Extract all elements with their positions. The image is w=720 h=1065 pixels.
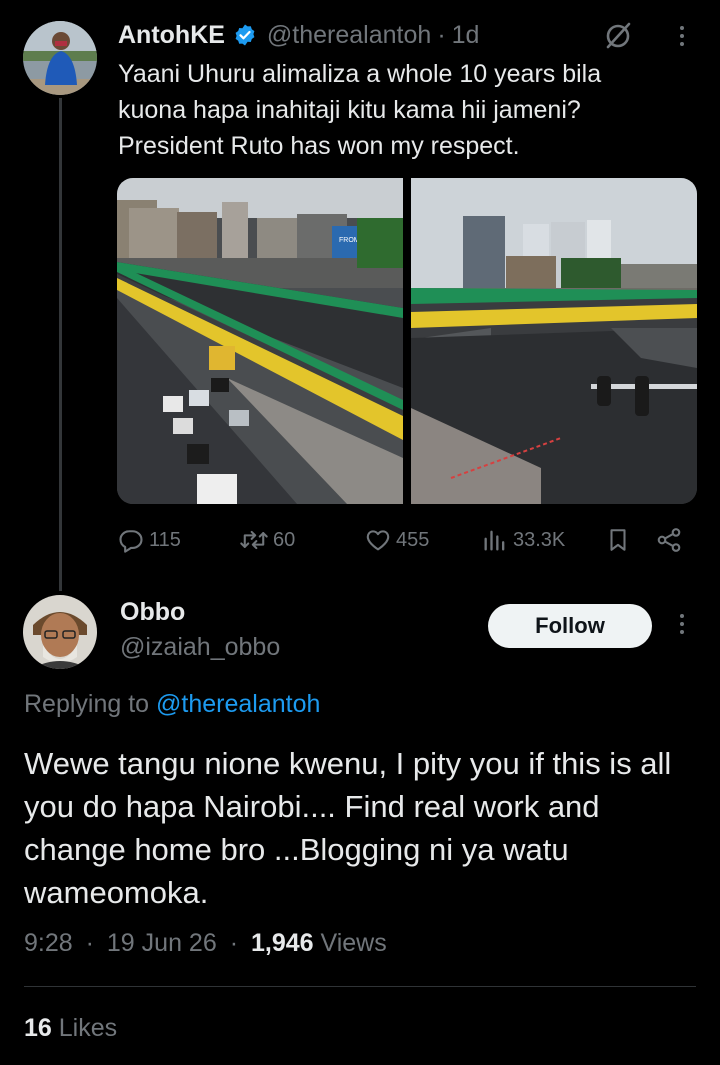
reply-meta: 9:28 · 19 Jun 26 · 1,946 Views: [24, 929, 387, 958]
reply-avatar[interactable]: [23, 595, 97, 669]
reply-date[interactable]: 19 Jun 26: [107, 929, 217, 957]
reply-icon: [119, 530, 143, 553]
like-count: 455: [396, 528, 430, 551]
reply-more-options-icon[interactable]: [672, 610, 692, 638]
author-name[interactable]: AntohKE: [118, 21, 225, 50]
reply-views-label: Views: [320, 929, 387, 957]
bookmark-button[interactable]: [605, 522, 631, 558]
more-options-icon[interactable]: [672, 22, 692, 50]
separator-dot: ·: [85, 929, 94, 957]
reply-likes-count: 16: [24, 1014, 52, 1042]
reply-avatar-image: [23, 595, 97, 669]
heart-icon: [366, 530, 390, 551]
verified-badge-icon: [233, 23, 257, 47]
post-media[interactable]: FROM THE: [117, 178, 697, 504]
analytics-icon: [484, 530, 505, 551]
post-header: AntohKE @therealantoh · 1d: [118, 18, 479, 52]
reply-author-name[interactable]: Obbo: [120, 598, 185, 627]
reply-text: Wewe tangu nione kwenu, I pity you if th…: [24, 746, 672, 910]
avatar-image: [23, 21, 97, 95]
post-text: Yaani Uhuru alimaliza a whole 10 years b…: [118, 60, 602, 160]
separator-dot: ·: [229, 929, 239, 957]
separator-dot: ·: [437, 20, 446, 49]
replying-to-label: Replying to: [24, 690, 150, 718]
reply-button[interactable]: 115: [117, 522, 181, 558]
replying-to-mention[interactable]: @therealantoh: [156, 690, 320, 718]
flyover-photo-left[interactable]: FROM THE: [117, 178, 403, 504]
share-icon: [657, 528, 681, 552]
repost-count: 60: [273, 528, 296, 551]
replying-to: Replying to @therealantoh: [24, 690, 320, 719]
like-button[interactable]: 455: [364, 522, 429, 558]
reply-count: 115: [149, 528, 181, 551]
reply-views-count: 1,946: [250, 929, 314, 957]
repost-button[interactable]: 60: [239, 522, 295, 558]
reply-time[interactable]: 9:28: [24, 929, 73, 957]
grok-icon[interactable]: [602, 20, 634, 52]
post-timestamp[interactable]: 1d: [452, 21, 480, 50]
view-count: 33.3K: [513, 528, 566, 551]
post-actions: 115 60 455 33.3K: [117, 522, 692, 558]
author-handle[interactable]: @therealantoh: [267, 21, 431, 50]
reply-author-handle[interactable]: @izaiah_obbo: [120, 633, 280, 662]
bookmark-icon: [610, 529, 626, 551]
avatar[interactable]: [23, 21, 97, 95]
thread-connector-line: [59, 98, 62, 591]
divider: [24, 986, 696, 987]
views-button[interactable]: 33.3K: [481, 522, 565, 558]
share-button[interactable]: [655, 522, 683, 558]
reply-likes[interactable]: 16 Likes: [24, 1014, 117, 1043]
follow-button[interactable]: Follow: [488, 604, 652, 648]
flyover-photo-right[interactable]: [411, 178, 697, 504]
reply-likes-label: Likes: [58, 1014, 118, 1042]
repost-icon: [240, 530, 268, 550]
